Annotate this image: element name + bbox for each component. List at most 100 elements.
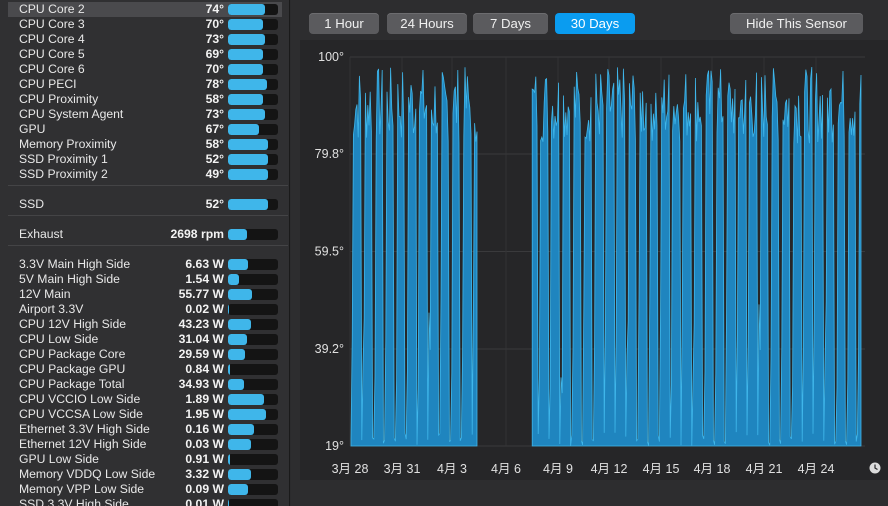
sensor-value: 34.93 W <box>178 377 224 391</box>
sensor-level-fill <box>228 229 247 240</box>
temperature-area <box>350 66 862 447</box>
hide-sensor-button[interactable]: Hide This Sensor <box>730 13 863 34</box>
sensor-value: 74° <box>205 2 224 16</box>
sensor-level-bar <box>228 289 278 300</box>
sensor-level-bar <box>228 169 278 180</box>
sensor-name: CPU VCCSA Low Side <box>19 407 143 421</box>
x-tick-label: 3月 28 <box>332 462 369 476</box>
sensor-name: CPU 12V High Side <box>19 317 127 331</box>
sensor-row[interactable]: Memory Proximity 58° <box>8 137 282 152</box>
sensor-row[interactable]: SSD 3.3V High Side 0.01 W <box>8 497 282 506</box>
sensor-level-fill <box>228 484 248 495</box>
sensor-row[interactable]: Memory VDDQ Low Side 3.32 W <box>8 467 282 482</box>
sensor-level-fill <box>228 409 266 420</box>
x-tick-label: 4月 12 <box>591 462 628 476</box>
sensor-value: 70° <box>205 62 224 76</box>
sensor-name: SSD 3.3V High Side <box>19 497 129 506</box>
sensor-level-fill <box>228 259 248 270</box>
sensor-row[interactable]: Exhaust 2698 rpm <box>8 227 282 242</box>
sensor-value: 58° <box>205 137 224 151</box>
sensor-list[interactable]: CPU Core 2 74° CPU Core 3 70° CPU Core 4 73° C… <box>0 0 290 506</box>
sensor-level-fill <box>228 469 251 480</box>
sensor-row[interactable]: CPU Package GPU 0.84 W <box>8 362 282 377</box>
x-tick-label: 3月 31 <box>384 462 421 476</box>
sensor-row[interactable]: 5V Main High Side 1.54 W <box>8 272 282 287</box>
sensor-name: Memory VPP Low Side <box>19 482 145 496</box>
sensor-level-fill <box>228 19 263 30</box>
sensor-row[interactable]: CPU VCCSA Low Side 1.95 W <box>8 407 282 422</box>
sensor-level-bar <box>228 49 278 60</box>
sensor-level-bar <box>228 124 278 135</box>
sensor-value: 6.63 W <box>185 257 224 271</box>
sensor-row[interactable]: 3.3V Main High Side 6.63 W <box>8 257 282 272</box>
sensor-value: 0.16 W <box>185 422 224 436</box>
sensor-row[interactable]: Airport 3.3V 0.02 W <box>8 302 282 317</box>
section-divider <box>8 215 288 216</box>
sensor-level-bar <box>228 139 278 150</box>
sensor-level-fill <box>228 64 263 75</box>
sensor-name: CPU Package Total <box>19 377 125 391</box>
sensor-level-bar <box>228 79 278 90</box>
sensor-level-fill <box>228 109 265 120</box>
sensor-level-bar <box>228 394 278 405</box>
sensor-name: 12V Main <box>19 287 71 301</box>
sensor-name: Ethernet 12V High Side <box>19 437 147 451</box>
sensor-row[interactable]: CPU System Agent 73° <box>8 107 282 122</box>
sensor-level-fill <box>228 4 265 15</box>
sensor-level-fill <box>228 154 268 165</box>
sensor-value: 1.89 W <box>185 392 224 406</box>
sensor-value: 73° <box>205 32 224 46</box>
sensor-row[interactable]: CPU Core 2 74° <box>8 2 282 17</box>
sensor-name: CPU Low Side <box>19 332 99 346</box>
sensor-row[interactable]: GPU Low Side 0.91 W <box>8 452 282 467</box>
sensor-name: Ethernet 3.3V High Side <box>19 422 150 436</box>
sensor-row[interactable]: 12V Main 55.77 W <box>8 287 282 302</box>
sensor-row[interactable]: CPU Proximity 58° <box>8 92 282 107</box>
sensor-row[interactable]: SSD Proximity 1 52° <box>8 152 282 167</box>
sensor-value: 69° <box>205 47 224 61</box>
sensor-level-bar <box>228 409 278 420</box>
range-button-30-days[interactable]: 30 Days <box>555 13 635 34</box>
sensor-row[interactable]: SSD 52° <box>8 197 282 212</box>
sensor-row[interactable]: CPU PECI 78° <box>8 77 282 92</box>
sensor-level-fill <box>228 499 229 506</box>
sensor-row[interactable]: CPU Core 3 70° <box>8 17 282 32</box>
sensor-row[interactable]: CPU VCCIO Low Side 1.89 W <box>8 392 282 407</box>
sensor-value: 43.23 W <box>178 317 224 331</box>
sensor-row[interactable]: Ethernet 12V High Side 0.03 W <box>8 437 282 452</box>
sensor-row[interactable]: SSD Proximity 2 49° <box>8 167 282 182</box>
sensor-row[interactable]: Ethernet 3.3V High Side 0.16 W <box>8 422 282 437</box>
x-tick-label: 4月 24 <box>798 462 835 476</box>
sensor-value: 0.01 W <box>185 497 224 506</box>
sensor-name: CPU Package Core <box>19 347 126 361</box>
sensor-level-bar <box>228 154 278 165</box>
range-button-24-hours[interactable]: 24 Hours <box>387 13 467 34</box>
sensor-level-fill <box>228 394 264 405</box>
sensor-value: 0.02 W <box>185 302 224 316</box>
sensor-level-bar <box>228 439 278 450</box>
sensor-row[interactable]: CPU Core 5 69° <box>8 47 282 62</box>
sensor-row[interactable]: GPU 67° <box>8 122 282 137</box>
sensor-level-fill <box>228 424 254 435</box>
range-button-7-days[interactable]: 7 Days <box>473 13 548 34</box>
sensor-row[interactable]: Memory VPP Low Side 0.09 W <box>8 482 282 497</box>
sensor-value: 52° <box>205 197 224 211</box>
sensor-level-bar <box>228 34 278 45</box>
sensor-level-fill <box>228 34 265 45</box>
sensor-row[interactable]: CPU Core 4 73° <box>8 32 282 47</box>
sensor-value: 31.04 W <box>178 332 224 346</box>
sensor-name: CPU Package GPU <box>19 362 126 376</box>
x-tick-label: 4月 15 <box>643 462 680 476</box>
range-button-1-hour[interactable]: 1 Hour <box>309 13 379 34</box>
sensor-row[interactable]: CPU 12V High Side 43.23 W <box>8 317 282 332</box>
sensor-row[interactable]: CPU Package Core 29.59 W <box>8 347 282 362</box>
sensor-name: CPU Core 5 <box>19 47 85 61</box>
y-tick-label: 59.5° <box>315 245 344 259</box>
section-divider <box>8 245 288 246</box>
x-tick-label: 4月 9 <box>543 462 573 476</box>
sensor-row[interactable]: CPU Low Side 31.04 W <box>8 332 282 347</box>
sensor-name: 5V Main High Side <box>19 272 120 286</box>
sensor-row[interactable]: CPU Core 6 70° <box>8 62 282 77</box>
sensor-row[interactable]: CPU Package Total 34.93 W <box>8 377 282 392</box>
sensor-level-bar <box>228 259 278 270</box>
